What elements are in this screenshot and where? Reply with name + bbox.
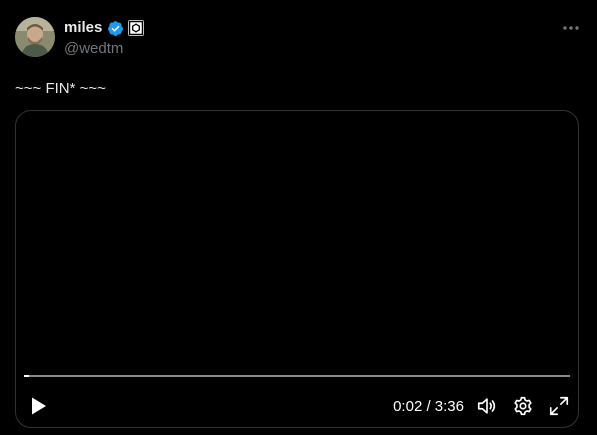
more-options-icon[interactable] — [560, 19, 582, 37]
affiliate-badge-icon[interactable] — [128, 20, 144, 36]
verified-badge-icon[interactable] — [107, 20, 124, 37]
affiliate-logo-icon — [128, 20, 144, 36]
post: miles @wedtm ~~~ FIN* ~~~ 0:02 / 3:36 — [0, 0, 597, 435]
post-text: ~~~ FIN* ~~~ — [15, 80, 106, 97]
video-progress-fill — [24, 375, 30, 377]
play-icon[interactable] — [30, 396, 48, 416]
video-progress-bar[interactable] — [24, 375, 570, 377]
author-name[interactable]: miles — [64, 19, 102, 37]
avatar-image — [15, 17, 55, 57]
fullscreen-icon[interactable] — [548, 395, 570, 417]
video-time: 0:02 / 3:36 — [393, 398, 464, 415]
video-player[interactable]: 0:02 / 3:36 — [15, 110, 579, 428]
volume-icon[interactable] — [476, 395, 498, 417]
author-handle[interactable]: @wedtm — [64, 40, 123, 58]
gear-icon[interactable] — [512, 395, 534, 417]
avatar[interactable] — [15, 17, 55, 57]
